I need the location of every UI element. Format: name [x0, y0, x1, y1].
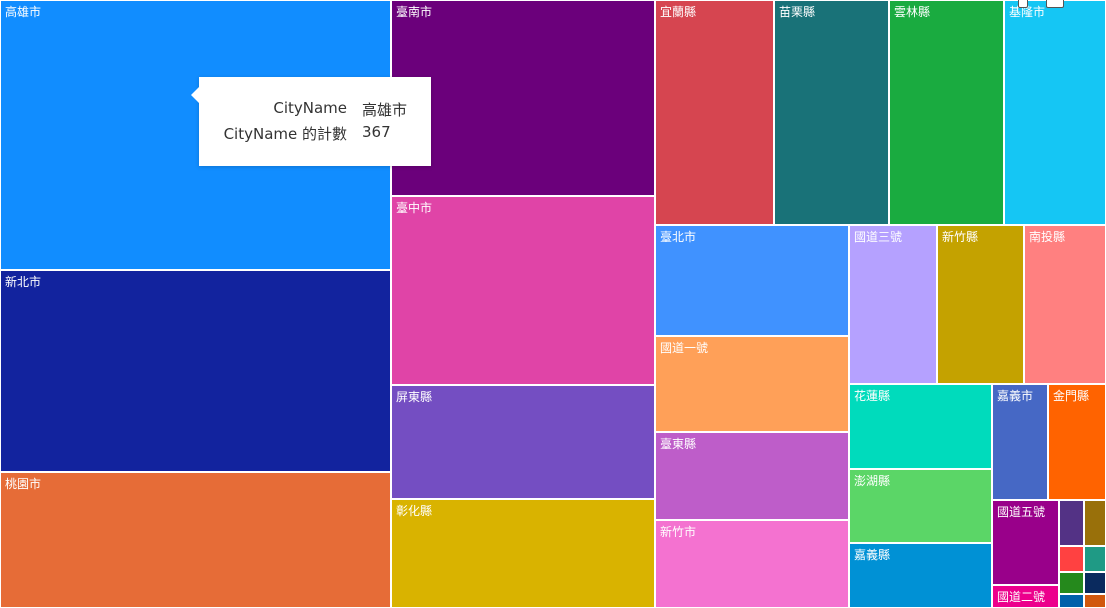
treemap-tile[interactable]: 國道二號	[992, 585, 1059, 608]
treemap-tile[interactable]: 彰化縣	[391, 499, 655, 608]
treemap-tile[interactable]: 苗栗縣	[774, 0, 889, 225]
treemap-tile[interactable]: 嘉義縣	[849, 543, 992, 608]
tooltip-row: CityName 的計數 367	[199, 123, 431, 145]
tile-label: 國道二號	[997, 590, 1046, 604]
treemap-tile[interactable]	[1059, 572, 1084, 594]
treemap-tile[interactable]: 新竹市	[655, 520, 849, 608]
treemap-tile[interactable]	[1059, 594, 1084, 608]
treemap-tile[interactable]: 臺中市	[391, 196, 655, 385]
tile-label: 國道五號	[997, 505, 1046, 519]
tile-label: 臺東縣	[660, 437, 697, 451]
tile-label: 花蓮縣	[854, 389, 891, 403]
treemap-tile[interactable]	[1084, 594, 1106, 608]
treemap-tile[interactable]: 金門縣	[1048, 384, 1106, 500]
treemap-tile[interactable]	[1084, 546, 1106, 572]
tile-label: 南投縣	[1029, 230, 1066, 244]
treemap-tile[interactable]: 新竹縣	[937, 225, 1024, 384]
tile-label: 臺南市	[396, 5, 433, 19]
focus-mode-icon[interactable]	[1046, 0, 1064, 8]
tile-label: 臺北市	[660, 230, 697, 244]
tile-label: 苗栗縣	[779, 5, 816, 19]
tile-label: 臺中市	[396, 201, 433, 215]
treemap-tile[interactable]	[1084, 572, 1106, 594]
treemap-tile[interactable]	[1059, 546, 1084, 572]
treemap-tile[interactable]: 新北市	[0, 270, 391, 472]
treemap-tile[interactable]: 國道五號	[992, 500, 1059, 585]
tile-label: 國道三號	[854, 230, 903, 244]
tile-label: 雲林縣	[894, 5, 931, 19]
treemap-tile[interactable]: 南投縣	[1024, 225, 1106, 384]
treemap-tile[interactable]: 基隆市	[1004, 0, 1106, 225]
treemap-tile[interactable]: 宜蘭縣	[655, 0, 774, 225]
treemap-tile[interactable]: 雲林縣	[889, 0, 1004, 225]
tile-label: 嘉義市	[997, 389, 1034, 403]
visual-header	[1012, 0, 1074, 10]
tile-label: 宜蘭縣	[660, 5, 697, 19]
tile-label: 嘉義縣	[854, 548, 891, 562]
treemap-tile[interactable]	[1059, 500, 1084, 546]
treemap-tile[interactable]: 國道三號	[849, 225, 937, 384]
tooltip-key: CityName 的計數	[223, 125, 347, 143]
tile-label: 高雄市	[5, 5, 42, 19]
tile-label: 彰化縣	[396, 504, 433, 518]
treemap-tile[interactable]: 桃園市	[0, 472, 391, 608]
treemap-tile[interactable]: 屏東縣	[391, 385, 655, 499]
treemap-tile[interactable]	[1084, 500, 1106, 546]
tooltip-value: 高雄市	[362, 101, 408, 119]
treemap-tile[interactable]: 澎湖縣	[849, 469, 992, 543]
treemap-chart: 高雄市新北市桃園市 臺南市臺中市屏東縣彰化縣 宜蘭縣 苗栗縣 雲林縣 基隆市臺北市 國道三號…	[0, 0, 1106, 608]
treemap-tile[interactable]: 嘉義市	[992, 384, 1048, 500]
tile-label: 新竹縣	[942, 230, 979, 244]
pin-icon[interactable]	[1018, 0, 1028, 8]
treemap-tile[interactable]: 國道一號	[655, 336, 849, 432]
tile-label: 澎湖縣	[854, 474, 891, 488]
tile-label: 金門縣	[1053, 389, 1090, 403]
treemap-tile[interactable]: 花蓮縣	[849, 384, 992, 469]
tooltip: CityName 高雄市 CityName 的計數 367	[191, 77, 431, 166]
tile-label: 新北市	[5, 275, 42, 289]
treemap-tile[interactable]: 臺東縣	[655, 432, 849, 520]
tooltip-row: CityName 高雄市	[199, 99, 431, 121]
tooltip-value: 367	[362, 123, 391, 141]
tile-label: 國道一號	[660, 341, 709, 355]
tile-label: 新竹市	[660, 525, 697, 539]
tile-label: 桃園市	[5, 477, 42, 491]
tile-label: 屏東縣	[396, 390, 433, 404]
tooltip-key: CityName	[273, 99, 347, 117]
treemap-tile[interactable]: 臺北市	[655, 225, 849, 336]
